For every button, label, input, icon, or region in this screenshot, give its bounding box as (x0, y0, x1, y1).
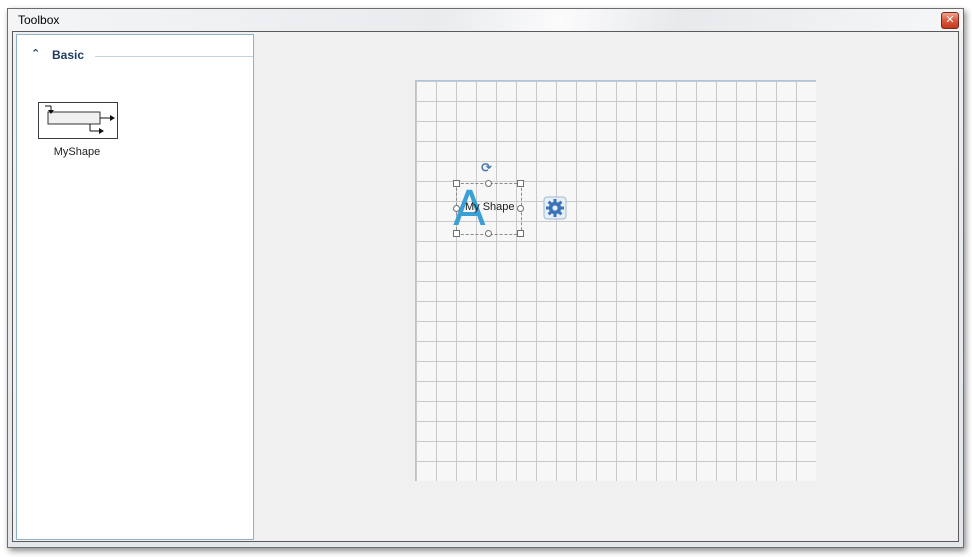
resize-handle-top-right[interactable] (517, 180, 524, 187)
group-divider (95, 56, 253, 57)
resize-handle-top-left[interactable] (453, 180, 460, 187)
toolbox-window: Toolbox ✕ ⌃ Basic MyShape ⟳ A My Shape (7, 8, 964, 548)
resize-handle-bottom-left[interactable] (453, 230, 460, 237)
gear-icon[interactable] (543, 196, 567, 220)
group-title: Basic (52, 48, 85, 62)
toolbox-item-label: MyShape (53, 146, 101, 158)
diagram-canvas[interactable]: ⟳ A My Shape (415, 80, 816, 481)
toolbox-panel: ⌃ Basic MyShape (16, 34, 254, 540)
title-bar[interactable]: Toolbox ✕ (8, 9, 963, 31)
shape-label: My Shape (465, 201, 515, 213)
window-title: Toolbox (18, 13, 60, 27)
close-button[interactable]: ✕ (941, 12, 959, 29)
resize-handle-right[interactable] (517, 205, 524, 212)
resize-handle-top[interactable] (485, 180, 492, 187)
diagram-shape[interactable]: ⟳ A My Shape (453, 161, 524, 237)
resize-handle-bottom[interactable] (485, 230, 492, 237)
resize-handle-left[interactable] (453, 205, 460, 212)
chevron-up-icon[interactable]: ⌃ (31, 47, 41, 60)
toolbox-item-myshape[interactable]: MyShape (31, 99, 121, 161)
close-icon: ✕ (945, 13, 955, 26)
group-header-basic[interactable]: ⌃ Basic (31, 47, 253, 64)
rotate-icon[interactable]: ⟳ (481, 161, 492, 176)
client-area: ⌃ Basic MyShape ⟳ A My Shape (12, 31, 959, 542)
resize-handle-bottom-right[interactable] (517, 230, 524, 237)
myshape-thumbnail-icon (38, 102, 118, 139)
